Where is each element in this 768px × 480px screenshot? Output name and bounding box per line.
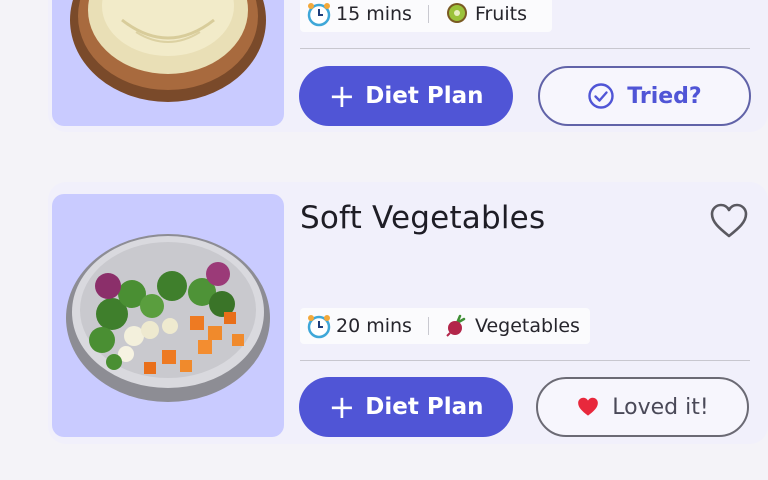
- card-divider: [300, 48, 750, 49]
- heart-filled-icon: [576, 396, 600, 418]
- heart-outline-icon: [710, 203, 748, 238]
- recipe-meta: 15 mins Fruits: [300, 0, 552, 32]
- recipe-card[interactable]: 15 mins Fruits + Diet Plan Tried?: [48, 0, 768, 132]
- card-divider: [300, 360, 750, 361]
- tried-button[interactable]: Tried?: [538, 66, 751, 126]
- recipe-category: Fruits: [474, 3, 527, 25]
- loved-it-button[interactable]: Loved it!: [536, 377, 749, 437]
- plus-icon: +: [328, 388, 356, 426]
- recipe-meta: 20 mins Vegetables: [300, 308, 590, 344]
- meta-separator: [427, 317, 429, 335]
- recipe-category: Vegetables: [474, 315, 580, 337]
- plus-icon: +: [328, 77, 356, 115]
- alarm-clock-icon: [306, 1, 332, 27]
- alarm-clock-icon: [306, 313, 332, 339]
- check-circle-icon: [587, 82, 615, 110]
- favorite-button[interactable]: [709, 202, 749, 240]
- recipe-time: 15 mins: [336, 3, 412, 25]
- add-to-diet-plan-button[interactable]: + Diet Plan: [299, 66, 513, 126]
- recipe-time: 20 mins: [336, 315, 412, 337]
- add-to-diet-plan-label: Diet Plan: [365, 83, 484, 109]
- kiwi-icon: [445, 1, 471, 27]
- recipe-image[interactable]: [52, 194, 284, 437]
- loved-it-label: Loved it!: [612, 394, 709, 420]
- recipe-image[interactable]: [52, 0, 284, 126]
- recipe-card[interactable]: Soft Vegetables 20 mins Vegetables + Die…: [48, 182, 768, 444]
- add-to-diet-plan-label: Diet Plan: [365, 394, 484, 420]
- beet-icon: [445, 313, 471, 339]
- meta-separator: [427, 5, 429, 23]
- tried-label: Tried?: [627, 83, 702, 109]
- recipe-title: Soft Vegetables: [300, 200, 546, 236]
- add-to-diet-plan-button[interactable]: + Diet Plan: [299, 377, 513, 437]
